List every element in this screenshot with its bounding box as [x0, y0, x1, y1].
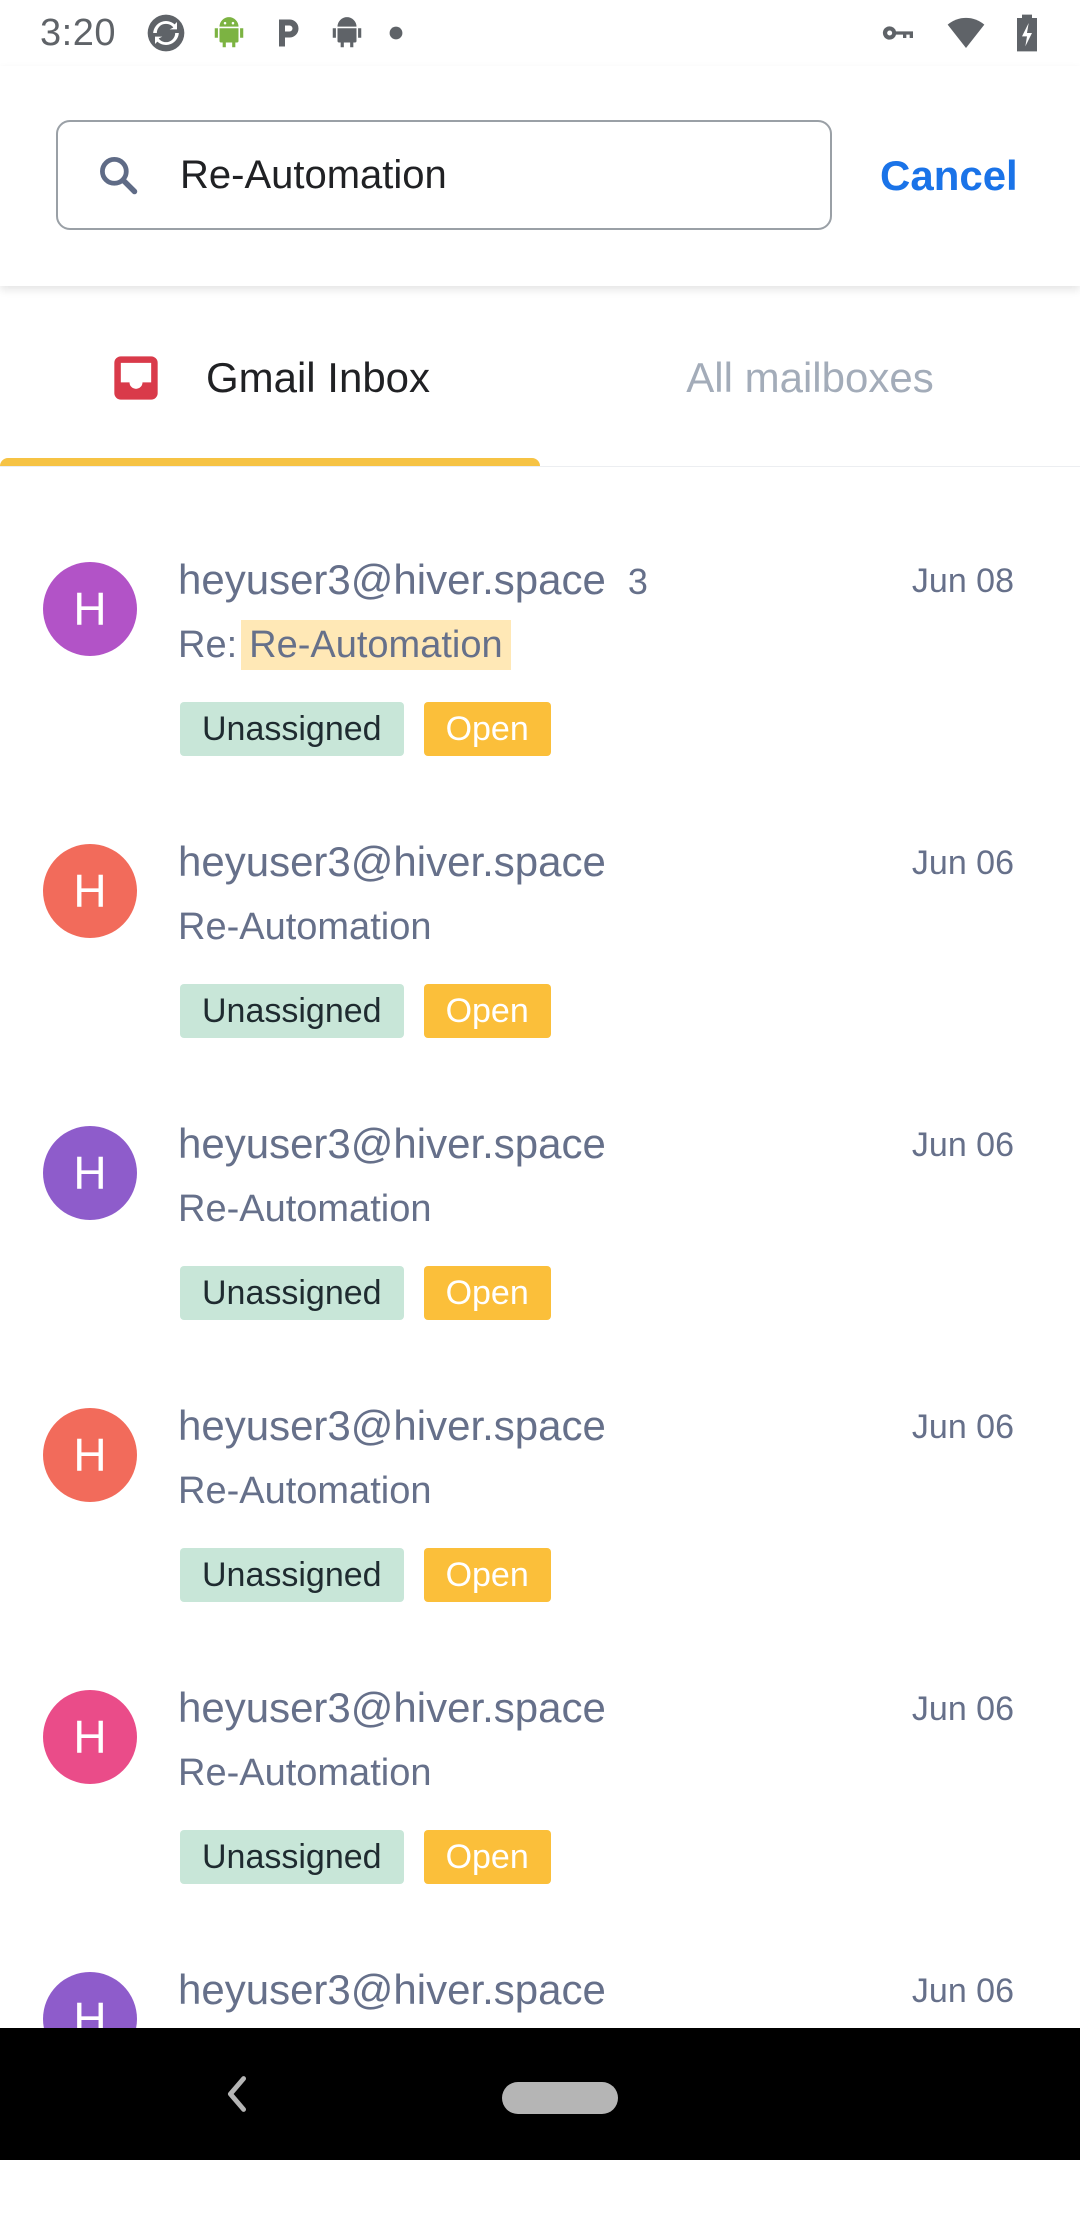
- subject: Re-Automation: [178, 1752, 432, 1794]
- system-nav-bar: [0, 2028, 1080, 2160]
- status-icons-left: [144, 11, 404, 55]
- subject: Re-Automation: [178, 906, 432, 948]
- sender: heyuser3@hiver.space: [178, 838, 606, 886]
- avatar: H: [43, 562, 137, 656]
- avatar-letter: H: [73, 1429, 107, 1481]
- search-box[interactable]: [56, 120, 832, 230]
- sender: heyuser3@hiver.space: [178, 1966, 606, 2014]
- wifi-icon: [947, 17, 985, 48]
- avatar-letter: H: [73, 865, 107, 917]
- sender-email: heyuser3@hiver.space: [178, 556, 606, 603]
- open-badge: Open: [423, 1548, 551, 1602]
- list-item[interactable]: H heyuser3@hiver.space Jun 06 Re-Automat…: [0, 1104, 1080, 1386]
- avatar: H: [43, 1126, 137, 1220]
- tag-list: Unassigned Open: [180, 984, 551, 1038]
- search-header: Cancel: [0, 66, 1080, 286]
- subject: Re-Automation: [178, 1188, 432, 1230]
- inbox-icon: [114, 356, 158, 400]
- status-icons-right: [878, 13, 1040, 53]
- tag-list: Unassigned Open: [180, 1266, 551, 1320]
- list-item[interactable]: H heyuser3@hiver.space Jun 06 Re-Automat…: [0, 1668, 1080, 1950]
- avatar: H: [43, 1690, 137, 1784]
- unassigned-badge: Unassigned: [180, 1830, 404, 1884]
- back-icon[interactable]: [220, 2072, 254, 2116]
- active-tab-indicator: [0, 458, 540, 466]
- subject-prefix: Re:: [178, 624, 238, 666]
- mail-date: Jun 06: [911, 1972, 1014, 2010]
- tag-list: Unassigned Open: [180, 1830, 551, 1884]
- tab-all-mailboxes[interactable]: All mailboxes: [540, 290, 1080, 466]
- dot-icon: [389, 26, 403, 40]
- search-icon: [100, 157, 138, 195]
- open-badge: Open: [423, 984, 551, 1038]
- search-input[interactable]: [178, 151, 762, 199]
- avatar-letter: H: [73, 1711, 107, 1763]
- sender-email: heyuser3@hiver.space: [178, 1966, 606, 2013]
- android-icon: [214, 17, 244, 48]
- unassigned-badge: Unassigned: [180, 984, 404, 1038]
- open-badge: Open: [423, 1266, 551, 1320]
- sender: heyuser3@hiver.space: [178, 1684, 606, 1732]
- open-badge: Open: [423, 702, 551, 756]
- sender-email: heyuser3@hiver.space: [178, 838, 606, 885]
- sync-icon: [147, 14, 185, 52]
- unassigned-badge: Unassigned: [180, 702, 404, 756]
- subject: Re-Automation: [178, 1470, 432, 1512]
- android-icon: [332, 17, 362, 48]
- mail-date: Jun 08: [911, 562, 1014, 600]
- unassigned-badge: Unassigned: [180, 1548, 404, 1602]
- subject-highlight: Re-Automation: [241, 620, 511, 670]
- list-item[interactable]: H heyuser3@hiver.space Jun 06 Re-Automat…: [0, 822, 1080, 1104]
- tab-label: Gmail Inbox: [205, 354, 431, 401]
- avatar: H: [43, 1408, 137, 1502]
- list-item[interactable]: H heyuser3@hiver.space 3 Jun 08 Re: Re-Aut…: [0, 540, 1080, 822]
- sender-email: heyuser3@hiver.space: [178, 1402, 606, 1449]
- mail-date: Jun 06: [911, 844, 1014, 882]
- list-item[interactable]: H heyuser3@hiver.space Jun 06 Re-Automat…: [0, 1386, 1080, 1668]
- mail-date: Jun 06: [911, 1408, 1014, 1446]
- avatar-letter: H: [73, 583, 107, 635]
- status-bar: 3:20: [0, 0, 1080, 66]
- sender-email: heyuser3@hiver.space: [178, 1684, 606, 1731]
- tag-list: Unassigned Open: [180, 1548, 551, 1602]
- avatar: H: [43, 844, 137, 938]
- subject: Re: Re-Automation: [178, 620, 511, 670]
- mail-date: Jun 06: [911, 1126, 1014, 1164]
- unassigned-badge: Unassigned: [180, 1266, 404, 1320]
- mail-list: H heyuser3@hiver.space 3 Jun 08 Re: Re-Aut…: [0, 540, 1080, 2232]
- parking-icon: [278, 19, 299, 47]
- mailbox-tabs: Gmail Inbox All mailboxes: [0, 290, 1080, 467]
- open-badge: Open: [423, 1830, 551, 1884]
- cancel-button[interactable]: Cancel: [880, 152, 1018, 200]
- sender: heyuser3@hiver.space 3: [178, 556, 648, 604]
- avatar-letter: H: [73, 1147, 107, 1199]
- sender-email: heyuser3@hiver.space: [178, 1120, 606, 1167]
- tab-label: All mailboxes: [686, 354, 934, 401]
- home-pill-icon[interactable]: [502, 2082, 618, 2114]
- key-icon: [882, 26, 913, 40]
- sender: heyuser3@hiver.space: [178, 1402, 606, 1450]
- battery-icon: [1017, 14, 1037, 52]
- tab-gmail-inbox[interactable]: Gmail Inbox: [0, 290, 540, 466]
- thread-count: 3: [627, 561, 648, 602]
- status-time: 3:20: [40, 11, 116, 54]
- mail-date: Jun 06: [911, 1690, 1014, 1728]
- sender: heyuser3@hiver.space: [178, 1120, 606, 1168]
- tag-list: Unassigned Open: [180, 702, 551, 756]
